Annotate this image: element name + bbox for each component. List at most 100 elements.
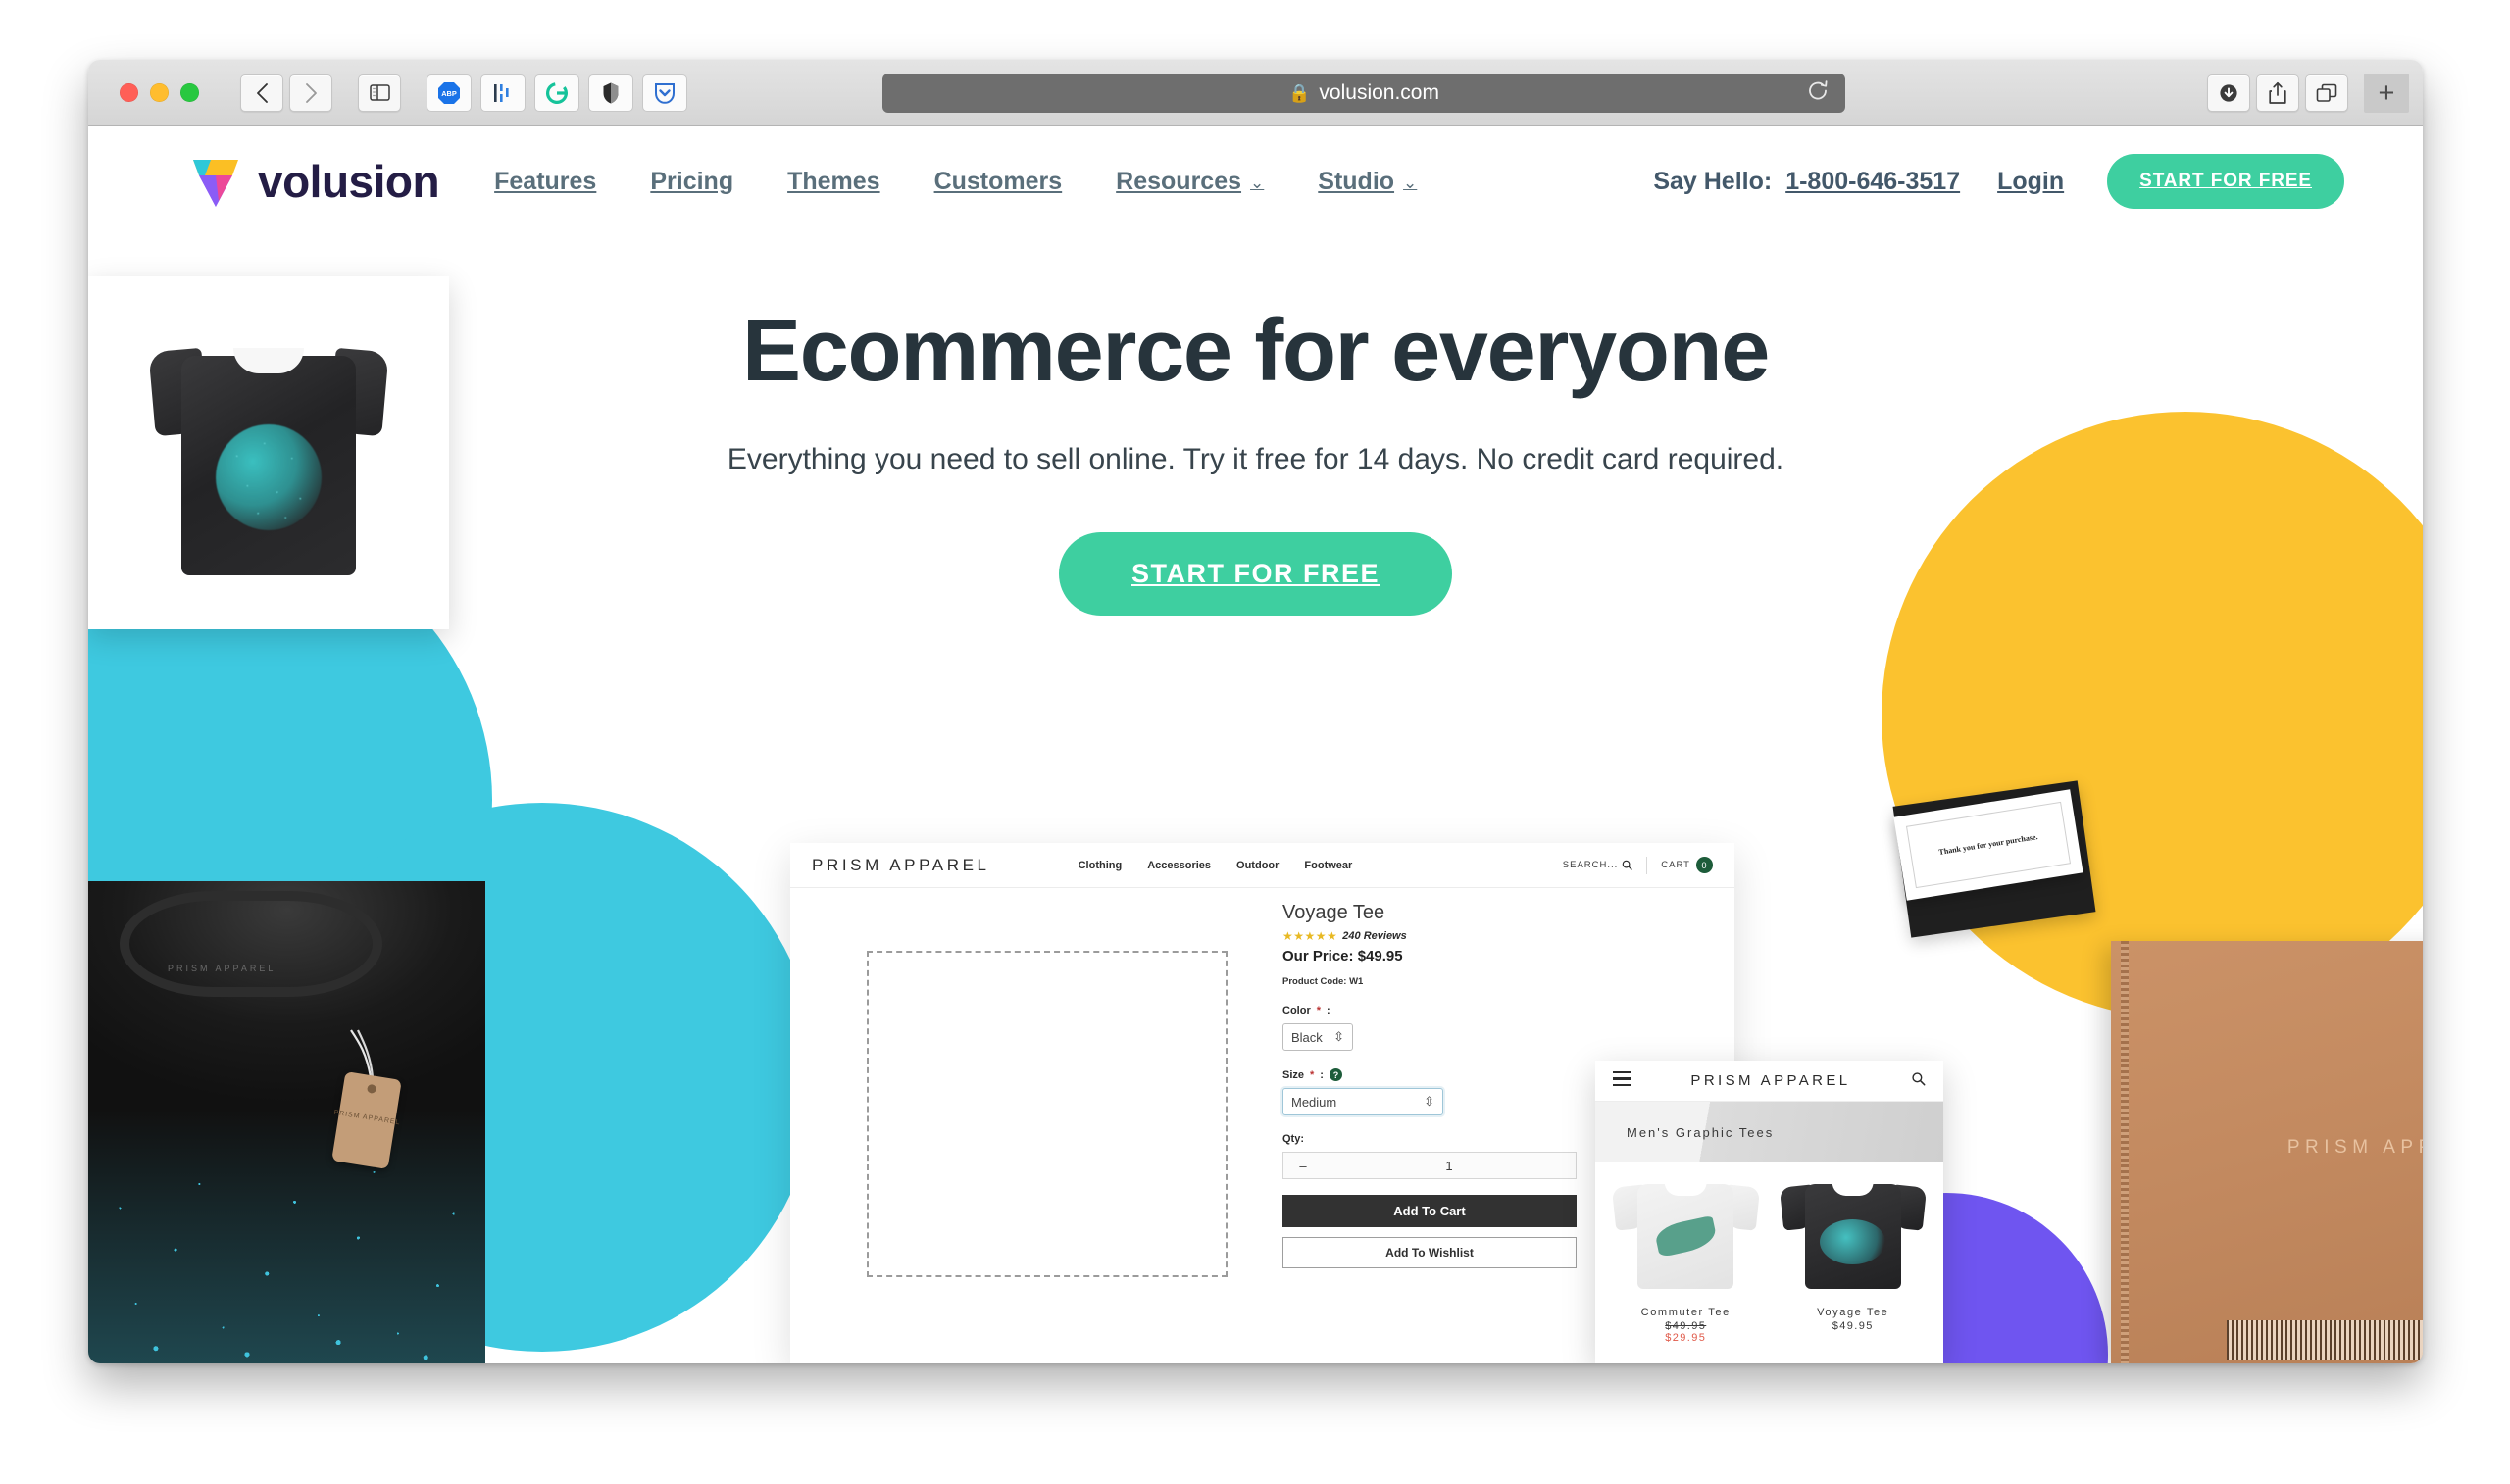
audio-levels-icon bbox=[494, 83, 509, 102]
mockup-size-select[interactable]: Medium ⇳ bbox=[1282, 1088, 1443, 1115]
mockup-qty-decrement[interactable]: – bbox=[1283, 1159, 1323, 1173]
downloads-button[interactable] bbox=[2207, 74, 2250, 112]
nav-link-studio[interactable]: Studio ⌄ bbox=[1318, 168, 1417, 196]
tshirt-speckle-print bbox=[88, 1064, 485, 1363]
mockup-cart-label: CART bbox=[1661, 860, 1690, 870]
mockup-quantity-stepper[interactable]: – 1 bbox=[1282, 1152, 1577, 1179]
shipping-box-brand-text: PRISM APPAREL bbox=[2286, 1137, 2423, 1158]
login-link[interactable]: Login bbox=[1997, 168, 2064, 196]
say-hello-label: Say Hello: bbox=[1653, 167, 1773, 195]
mockup-nav-clothing[interactable]: Clothing bbox=[1079, 860, 1123, 871]
extension-adblock-plus[interactable]: ABP bbox=[427, 74, 472, 112]
folded-tshirt-photo: PRISM APPAREL bbox=[88, 881, 485, 1363]
hero-section: Ecommerce for everyone Everything you ne… bbox=[88, 236, 2423, 616]
back-button[interactable] bbox=[240, 74, 283, 112]
mobile-category-banner: Men's Graphic Tees bbox=[1595, 1102, 1943, 1162]
extension-audio-levels[interactable] bbox=[480, 74, 526, 112]
tab-overview-button[interactable] bbox=[2305, 74, 2348, 112]
mobile-product-name: Commuter Tee bbox=[1640, 1307, 1731, 1318]
extension-buttons: ABP bbox=[427, 74, 696, 112]
help-icon[interactable]: ? bbox=[1329, 1068, 1342, 1081]
hang-tag-text: PRISM APPAREL bbox=[333, 1109, 401, 1127]
tshirt-neckline bbox=[1832, 1182, 1875, 1197]
sidebar-toggle-button[interactable] bbox=[358, 74, 401, 112]
mobile-category-label: Men's Graphic Tees bbox=[1627, 1124, 1775, 1140]
hero-start-for-free-button[interactable]: START FOR FREE bbox=[1059, 532, 1452, 616]
box-corrugated-edge bbox=[2121, 941, 2129, 1363]
shipping-box-photo: PRISM APPAREL bbox=[2111, 941, 2423, 1363]
extension-pocket[interactable] bbox=[642, 74, 687, 112]
pocket-icon bbox=[655, 82, 675, 104]
mockup-product-price: Our Price: $49.95 bbox=[1282, 948, 1403, 965]
forward-chevron-icon bbox=[305, 82, 317, 103]
reload-button[interactable] bbox=[1806, 79, 1830, 108]
mockup-gallery-placeholder bbox=[867, 951, 1228, 1277]
reload-icon bbox=[1809, 80, 1828, 100]
nav-link-features[interactable]: Features bbox=[494, 168, 596, 196]
list-item[interactable]: Voyage Tee $49.95 bbox=[1779, 1176, 1929, 1344]
mockup-product-rating: ★★★★★ 240 Reviews bbox=[1282, 929, 1714, 943]
mockup-nav-accessories[interactable]: Accessories bbox=[1147, 860, 1211, 871]
brand-logo-link[interactable]: volusion bbox=[189, 154, 440, 209]
nav-link-customers[interactable]: Customers bbox=[934, 168, 1063, 196]
mockup-store-nav-links: Clothing Accessories Outdoor Footwear bbox=[1079, 860, 1353, 871]
chevron-down-icon: ⌄ bbox=[1250, 173, 1265, 192]
forward-button[interactable] bbox=[289, 74, 332, 112]
list-item[interactable]: Commuter Tee $49.95 $29.95 bbox=[1611, 1176, 1761, 1344]
mobile-mockup-header: PRISM APPAREL bbox=[1595, 1061, 1943, 1102]
mockup-color-select[interactable]: Black ⇳ bbox=[1282, 1023, 1353, 1051]
nav-link-label: Resources bbox=[1116, 167, 1242, 195]
mockup-cart-control[interactable]: CART 0 bbox=[1661, 857, 1713, 873]
voyage-tee-artwork bbox=[1779, 1176, 1929, 1302]
browser-window: ABP 🔒 volusion.com + volusion Features P… bbox=[88, 60, 2423, 1363]
mockup-nav-outdoor[interactable]: Outdoor bbox=[1236, 860, 1279, 871]
new-tab-button[interactable]: + bbox=[2364, 74, 2409, 113]
nav-link-resources[interactable]: Resources ⌄ bbox=[1116, 168, 1264, 196]
mockup-search-control[interactable]: SEARCH... bbox=[1563, 860, 1633, 870]
mobile-store-name: PRISM APPAREL bbox=[1690, 1072, 1851, 1089]
close-window-button[interactable] bbox=[120, 83, 138, 102]
nav-link-label: Customers bbox=[933, 167, 1063, 195]
mockup-nav-footwear[interactable]: Footwear bbox=[1304, 860, 1352, 871]
sidebar-toggle-icon bbox=[369, 84, 390, 101]
extension-privacy-shield[interactable] bbox=[588, 74, 633, 112]
mobile-product-sale-price: $29.95 bbox=[1665, 1331, 1707, 1344]
commuter-tee-artwork bbox=[1611, 1176, 1761, 1302]
mobile-product-name: Voyage Tee bbox=[1817, 1307, 1889, 1318]
brand-wordmark: volusion bbox=[258, 156, 440, 207]
privacy-shield-icon bbox=[603, 82, 619, 103]
phone-link[interactable]: 1-800-646-3517 bbox=[1785, 168, 1960, 196]
select-stepper-icon: ⇳ bbox=[1333, 1029, 1344, 1044]
nav-link-pricing[interactable]: Pricing bbox=[650, 168, 733, 196]
maximize-window-button[interactable] bbox=[180, 83, 199, 102]
back-chevron-icon bbox=[256, 82, 268, 103]
adblock-plus-icon: ABP bbox=[438, 81, 460, 104]
mobile-product-grid: Commuter Tee $49.95 $29.95 Voyage Tee $4… bbox=[1595, 1162, 1943, 1344]
nav-link-themes[interactable]: Themes bbox=[787, 168, 879, 196]
window-controls[interactable] bbox=[120, 83, 199, 102]
mockup-add-to-wishlist-button[interactable]: Add To Wishlist bbox=[1282, 1237, 1577, 1268]
url-text: volusion.com bbox=[1319, 81, 1439, 104]
share-button[interactable] bbox=[2256, 74, 2299, 112]
required-mark: * bbox=[1310, 1068, 1315, 1081]
mockup-store-name: PRISM APPAREL bbox=[812, 855, 990, 874]
select-stepper-icon: ⇳ bbox=[1424, 1094, 1434, 1109]
nav-link-label: Studio bbox=[1318, 167, 1395, 195]
hamburger-menu-icon[interactable] bbox=[1613, 1070, 1631, 1090]
hang-tag-hole bbox=[366, 1083, 377, 1095]
minimize-window-button[interactable] bbox=[150, 83, 169, 102]
thank-you-card-border: Thank you for your purchase. bbox=[1905, 802, 2072, 888]
tab-overview-icon bbox=[2316, 83, 2337, 102]
grammarly-icon bbox=[546, 81, 568, 104]
mockup-divider bbox=[1646, 856, 1648, 874]
extension-grammarly[interactable] bbox=[534, 74, 579, 112]
address-bar[interactable]: 🔒 volusion.com bbox=[882, 74, 1845, 113]
nav-right-group: Say Hello: 1-800-646-3517 Login START FO… bbox=[1653, 154, 2344, 209]
search-icon[interactable] bbox=[1911, 1071, 1926, 1090]
tshirt-neckline bbox=[1664, 1182, 1707, 1197]
nav-start-for-free-button[interactable]: START FOR FREE bbox=[2107, 154, 2344, 209]
nav-link-label: Themes bbox=[787, 167, 880, 195]
mockup-search-label: SEARCH... bbox=[1562, 860, 1619, 870]
mockup-add-to-cart-button[interactable]: Add To Cart bbox=[1282, 1195, 1577, 1227]
chevron-down-icon: ⌄ bbox=[1403, 173, 1418, 192]
